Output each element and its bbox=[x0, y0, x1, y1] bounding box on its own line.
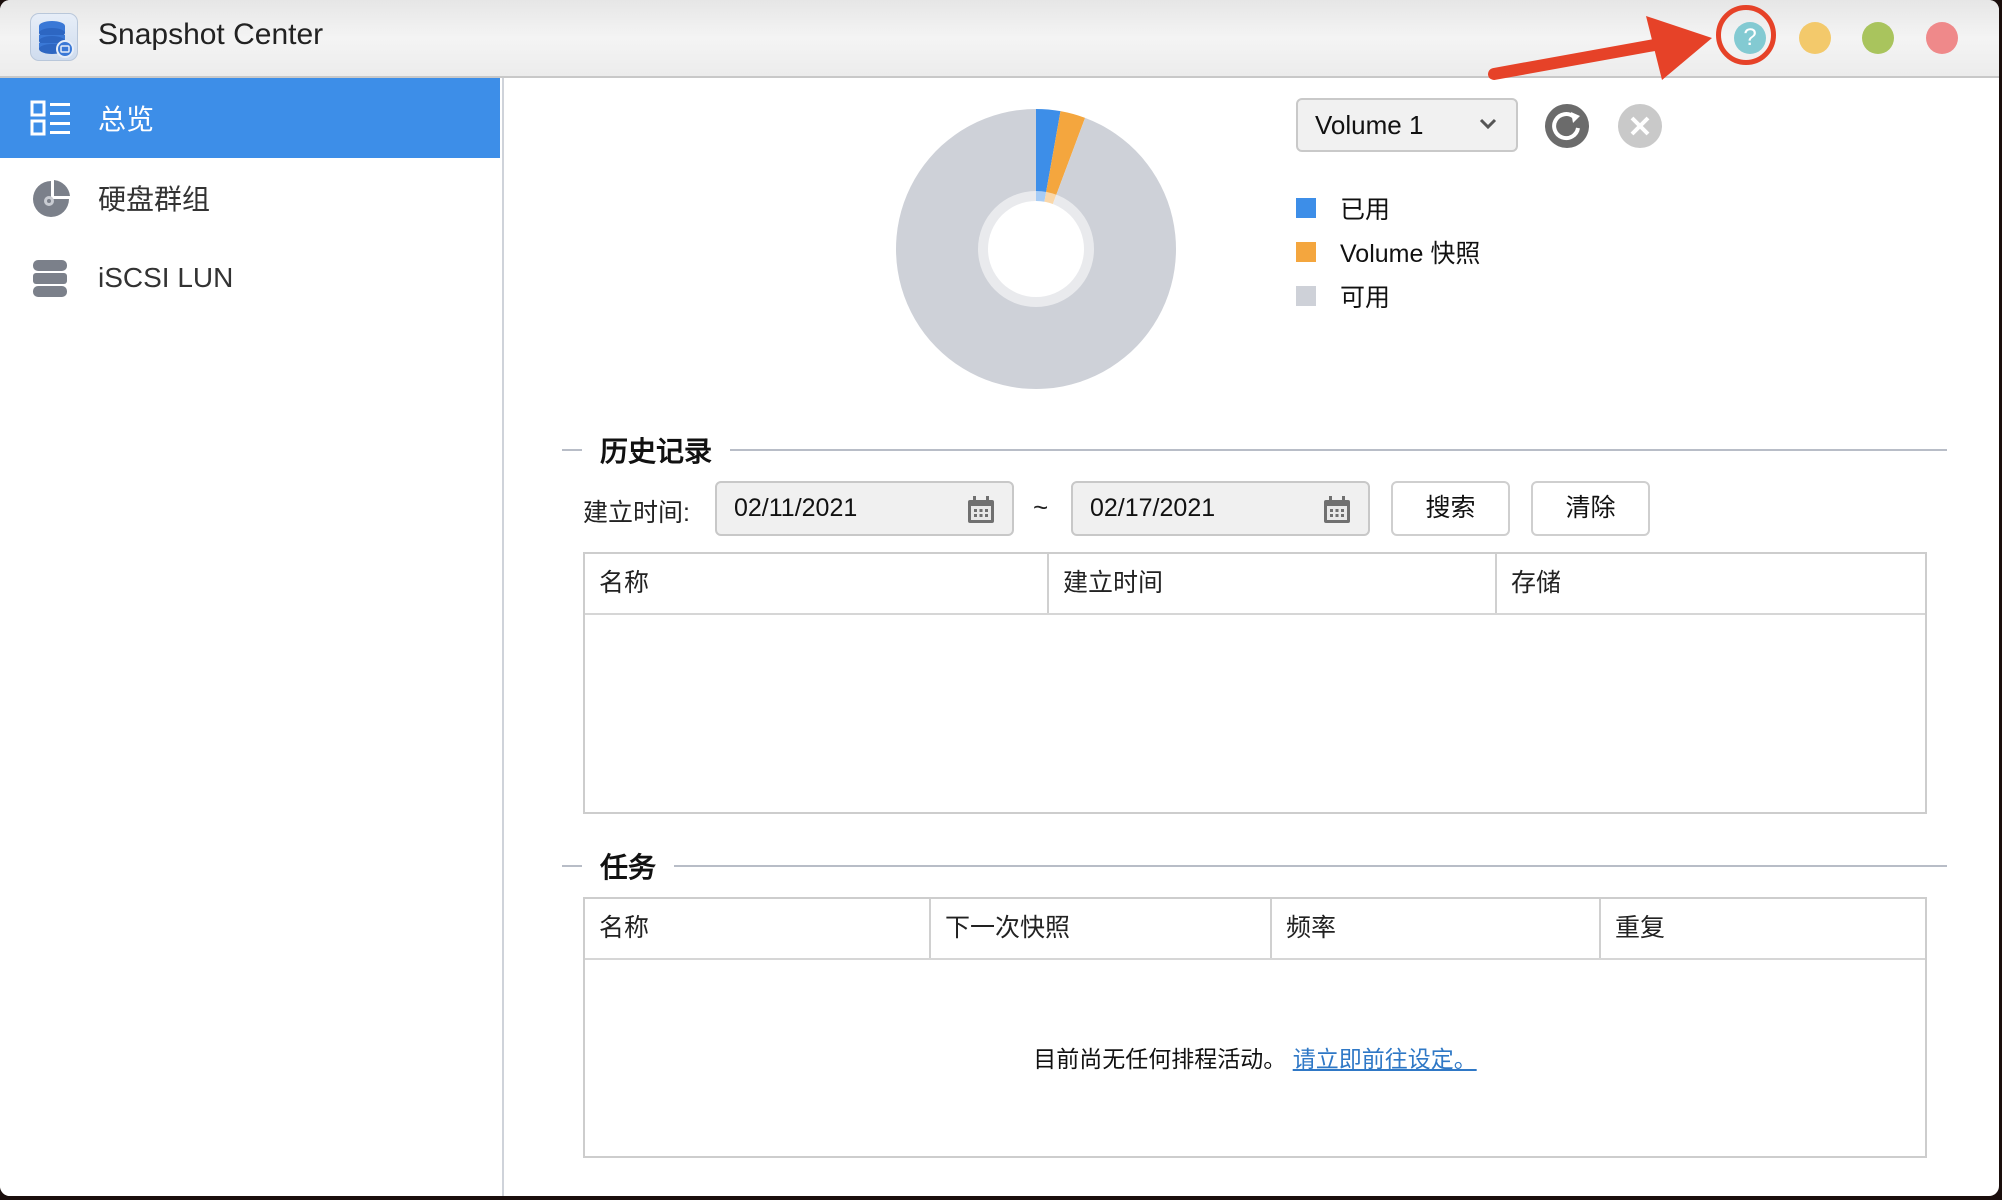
legend-item-free: 可用 bbox=[1296, 274, 1480, 318]
volume-select-value: Volume 1 bbox=[1315, 110, 1424, 140]
legend-swatch bbox=[1296, 198, 1316, 218]
start-date-value: 02/11/2021 bbox=[734, 494, 858, 522]
legend-item-used: 已用 bbox=[1296, 186, 1480, 230]
column-header-created-time[interactable]: 建立时间 bbox=[1047, 554, 1495, 613]
clear-button[interactable]: 清除 bbox=[1531, 481, 1650, 536]
tasks-title: 任务 bbox=[600, 852, 657, 883]
minimize-button[interactable] bbox=[1799, 22, 1831, 54]
app-window: Snapshot Center ? 总览 硬盘群组 iSCSI LUN Volu… bbox=[0, 0, 1999, 1196]
sidebar-item-overview[interactable]: 总览 bbox=[0, 78, 500, 158]
maximize-button[interactable] bbox=[1862, 22, 1894, 54]
iscsi-database-icon bbox=[33, 260, 67, 297]
column-header-storage[interactable]: 存储 bbox=[1495, 554, 1925, 613]
history-section-header: 历史记录 bbox=[562, 430, 1947, 470]
column-header-next-snapshot[interactable]: 下一次快照 bbox=[929, 899, 1270, 958]
empty-text: 目前尚无任何排程活动。 bbox=[1033, 1046, 1287, 1072]
history-table: 名称 建立时间 存储 bbox=[583, 552, 1927, 814]
legend-swatch bbox=[1296, 286, 1316, 306]
overview-list-icon bbox=[30, 100, 70, 136]
refresh-icon bbox=[1545, 104, 1589, 148]
divider bbox=[730, 449, 1947, 451]
legend-label: 可用 bbox=[1340, 284, 1391, 312]
column-header-frequency[interactable]: 频率 bbox=[1270, 899, 1599, 958]
tasks-empty-message: 目前尚无任何排程活动。 请立即前往设定。 bbox=[585, 1040, 1925, 1074]
sidebar-item-iscsi-lun[interactable]: iSCSI LUN bbox=[0, 238, 500, 318]
calendar-icon[interactable] bbox=[1322, 495, 1352, 525]
history-title: 历史记录 bbox=[600, 436, 713, 467]
tasks-section-header: 任务 bbox=[562, 846, 1947, 886]
column-header-repeat[interactable]: 重复 bbox=[1599, 899, 1925, 958]
end-date-input[interactable]: 02/17/2021 bbox=[1071, 481, 1370, 536]
column-header-name[interactable]: 名称 bbox=[585, 554, 1047, 613]
app-title: Snapshot Center bbox=[98, 18, 324, 51]
divider bbox=[562, 865, 582, 867]
legend-swatch bbox=[1296, 242, 1316, 262]
legend-label: 已用 bbox=[1340, 196, 1391, 224]
divider bbox=[562, 449, 582, 451]
close-circle-icon bbox=[1618, 104, 1662, 148]
sidebar-item-label: 总览 bbox=[98, 104, 155, 135]
start-date-input[interactable]: 02/11/2021 bbox=[715, 481, 1014, 536]
tasks-table-header: 名称 下一次快照 频率 重复 bbox=[585, 899, 1925, 960]
calendar-icon[interactable] bbox=[966, 495, 996, 525]
annotation-arrow-icon bbox=[1488, 16, 1712, 80]
legend-label: Volume 快照 bbox=[1340, 240, 1481, 268]
sidebar: 总览 硬盘群组 iSCSI LUN bbox=[0, 78, 504, 1196]
column-header-name[interactable]: 名称 bbox=[585, 899, 929, 958]
sidebar-item-label: iSCSI LUN bbox=[98, 262, 234, 293]
donut-hole bbox=[988, 201, 1084, 297]
storage-donut-chart bbox=[895, 109, 1176, 389]
delete-button[interactable] bbox=[1617, 103, 1663, 149]
divider bbox=[674, 865, 1947, 867]
snapshot-app-icon bbox=[30, 13, 78, 61]
disk-group-icon bbox=[33, 180, 70, 217]
end-date-value: 02/17/2021 bbox=[1090, 494, 1216, 522]
sidebar-item-disk-group[interactable]: 硬盘群组 bbox=[0, 158, 500, 238]
title-bar: Snapshot Center ? bbox=[0, 0, 1999, 80]
chevron-down-icon bbox=[1479, 118, 1497, 130]
sidebar-item-label: 硬盘群组 bbox=[98, 184, 211, 215]
chart-legend: 已用 Volume 快照 可用 bbox=[1296, 186, 1480, 318]
created-time-label: 建立时间: bbox=[583, 499, 690, 527]
close-window-button[interactable] bbox=[1926, 22, 1958, 54]
setup-schedule-link[interactable]: 请立即前往设定。 bbox=[1293, 1046, 1477, 1072]
search-button[interactable]: 搜索 bbox=[1391, 481, 1510, 536]
date-range-separator: ~ bbox=[1033, 492, 1049, 522]
legend-item-snapshot: Volume 快照 bbox=[1296, 230, 1480, 274]
tasks-table: 名称 下一次快照 频率 重复 目前尚无任何排程活动。 请立即前往设定。 bbox=[583, 897, 1927, 1158]
history-table-header: 名称 建立时间 存储 bbox=[585, 554, 1925, 615]
refresh-button[interactable] bbox=[1544, 103, 1590, 149]
volume-select[interactable]: Volume 1 bbox=[1296, 98, 1518, 152]
